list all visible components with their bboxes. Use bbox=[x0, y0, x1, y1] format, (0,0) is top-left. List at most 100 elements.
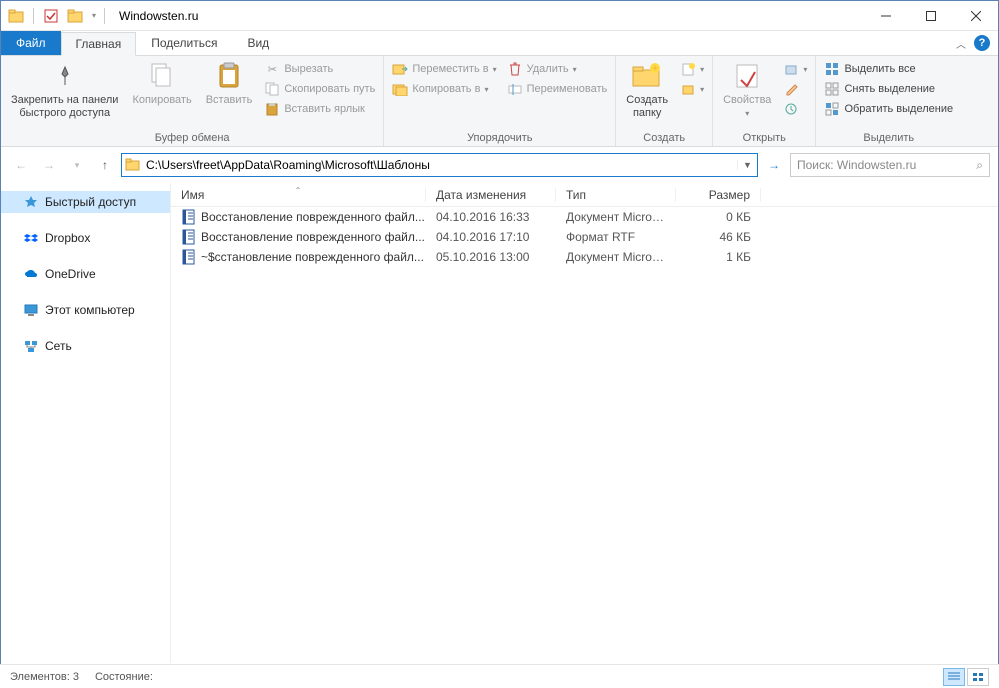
status-state: Состояние: bbox=[95, 671, 153, 683]
forward-button[interactable]: → bbox=[37, 153, 61, 177]
file-size: 1 КБ bbox=[676, 250, 761, 264]
move-to-icon bbox=[392, 61, 408, 77]
file-name: Восстановление поврежденного файл... bbox=[201, 230, 425, 244]
history-button[interactable] bbox=[779, 100, 811, 118]
file-date: 04.10.2016 17:10 bbox=[426, 230, 556, 244]
delete-icon bbox=[507, 61, 523, 77]
tab-file[interactable]: Файл bbox=[1, 31, 61, 55]
move-to-button[interactable]: Переместить в bbox=[388, 60, 500, 78]
pin-icon bbox=[49, 60, 81, 92]
copy-path-button[interactable]: Скопировать путь bbox=[260, 80, 379, 98]
open-group-label: Открыть bbox=[717, 130, 811, 146]
address-input[interactable] bbox=[144, 158, 737, 172]
word-doc-icon bbox=[181, 229, 197, 245]
sidebar-item-this-pc[interactable]: Этот компьютер bbox=[1, 299, 170, 321]
select-group-label: Выделить bbox=[820, 130, 957, 146]
address-dropdown-icon[interactable]: ▼ bbox=[737, 160, 757, 170]
this-pc-icon bbox=[23, 302, 39, 318]
navigation-pane: Быстрый доступ Dropbox OneDrive Этот ком… bbox=[1, 183, 171, 663]
help-icon[interactable]: ? bbox=[974, 35, 990, 51]
ribbon: Закрепить на панели быстрого доступа Коп… bbox=[1, 55, 998, 147]
new-folder-icon bbox=[631, 60, 663, 92]
sort-indicator-icon: ⌃ bbox=[295, 186, 302, 195]
open-button[interactable]: ▾ bbox=[779, 60, 811, 78]
tab-share[interactable]: Поделиться bbox=[136, 31, 232, 55]
search-icon: ⌕ bbox=[976, 158, 983, 173]
details-view-button[interactable] bbox=[943, 668, 965, 686]
network-icon bbox=[23, 338, 39, 354]
invert-selection-button[interactable]: Обратить выделение bbox=[820, 100, 957, 118]
edit-button[interactable] bbox=[779, 80, 811, 98]
copy-to-button[interactable]: Копировать в bbox=[388, 80, 500, 98]
address-folder-icon bbox=[122, 158, 144, 172]
file-date: 04.10.2016 16:33 bbox=[426, 210, 556, 224]
new-item-icon bbox=[680, 61, 696, 77]
minimize-button[interactable] bbox=[863, 1, 908, 30]
qat-new-folder-icon[interactable] bbox=[64, 5, 86, 27]
rename-button[interactable]: Переименовать bbox=[503, 80, 612, 98]
select-none-button[interactable]: Снять выделение bbox=[820, 80, 957, 98]
up-button[interactable]: ↑ bbox=[93, 153, 117, 177]
qat-properties-icon[interactable] bbox=[40, 5, 62, 27]
easy-access-button[interactable]: ▾ bbox=[676, 80, 708, 98]
tab-view[interactable]: Вид bbox=[232, 31, 284, 55]
sidebar-item-network[interactable]: Сеть bbox=[1, 335, 170, 357]
title-bar: ▾ Windowsten.ru bbox=[1, 1, 998, 31]
easy-access-icon bbox=[680, 81, 696, 97]
select-all-button[interactable]: Выделить все bbox=[820, 60, 957, 78]
dropbox-icon bbox=[23, 230, 39, 246]
onedrive-icon bbox=[23, 266, 39, 282]
large-icons-view-button[interactable] bbox=[967, 668, 989, 686]
file-row[interactable]: ~$сстановление поврежденного файл...05.1… bbox=[171, 247, 998, 267]
word-doc-icon bbox=[181, 249, 197, 265]
history-icon bbox=[783, 101, 799, 117]
select-none-icon bbox=[824, 81, 840, 97]
copy-path-icon bbox=[264, 81, 280, 97]
copy-to-icon bbox=[392, 81, 408, 97]
window-title: Windowsten.ru bbox=[119, 9, 198, 23]
sidebar-item-quick-access[interactable]: Быстрый доступ bbox=[1, 191, 170, 213]
search-box[interactable]: Поиск: Windowsten.ru ⌕ bbox=[790, 153, 990, 177]
file-size: 0 КБ bbox=[676, 210, 761, 224]
delete-button[interactable]: Удалить bbox=[503, 60, 612, 78]
address-bar[interactable]: ▼ bbox=[121, 153, 758, 177]
back-button[interactable]: ← bbox=[9, 153, 33, 177]
collapse-ribbon-icon[interactable]: ︿ bbox=[956, 36, 966, 51]
file-name: ~$сстановление поврежденного файл... bbox=[201, 250, 424, 264]
properties-icon bbox=[731, 60, 763, 92]
new-item-button[interactable]: ▾ bbox=[676, 60, 708, 78]
file-type: Документ Micros... bbox=[556, 210, 676, 224]
new-folder-button[interactable]: Создать папку bbox=[620, 58, 674, 122]
invert-selection-icon bbox=[824, 101, 840, 117]
column-type[interactable]: Тип bbox=[556, 188, 676, 202]
paste-shortcut-button[interactable]: Вставить ярлык bbox=[260, 100, 379, 118]
column-size[interactable]: Размер bbox=[676, 188, 761, 202]
select-all-icon bbox=[824, 61, 840, 77]
go-button[interactable]: → bbox=[762, 153, 786, 177]
sidebar-item-dropbox[interactable]: Dropbox bbox=[1, 227, 170, 249]
open-icon bbox=[783, 61, 799, 77]
close-button[interactable] bbox=[953, 1, 998, 30]
column-name[interactable]: Имя⌃ bbox=[171, 188, 426, 202]
file-type: Формат RTF bbox=[556, 230, 676, 244]
quick-access-icon bbox=[23, 194, 39, 210]
navigation-bar: ← → ▾ ↑ ▼ → Поиск: Windowsten.ru ⌕ bbox=[1, 147, 998, 183]
recent-dropdown[interactable]: ▾ bbox=[65, 153, 89, 177]
sidebar-item-onedrive[interactable]: OneDrive bbox=[1, 263, 170, 285]
properties-button[interactable]: Свойства▾ bbox=[717, 58, 777, 121]
file-row[interactable]: Восстановление поврежденного файл...04.1… bbox=[171, 207, 998, 227]
copy-button[interactable]: Копировать bbox=[126, 58, 197, 109]
file-type: Документ Micros... bbox=[556, 250, 676, 264]
maximize-button[interactable] bbox=[908, 1, 953, 30]
cut-button[interactable]: ✂Вырезать bbox=[260, 60, 379, 78]
pin-quick-access-button[interactable]: Закрепить на панели быстрого доступа bbox=[5, 58, 124, 122]
qat-dropdown-icon[interactable]: ▾ bbox=[88, 5, 100, 27]
file-row[interactable]: Восстановление поврежденного файл...04.1… bbox=[171, 227, 998, 247]
scissors-icon: ✂ bbox=[264, 61, 280, 77]
edit-icon bbox=[783, 81, 799, 97]
file-list: Имя⌃ Дата изменения Тип Размер Восстанов… bbox=[171, 183, 998, 663]
paste-button[interactable]: Вставить bbox=[200, 58, 259, 109]
tab-home[interactable]: Главная bbox=[61, 32, 137, 56]
new-group-label: Создать bbox=[620, 130, 708, 146]
column-date[interactable]: Дата изменения bbox=[426, 188, 556, 202]
